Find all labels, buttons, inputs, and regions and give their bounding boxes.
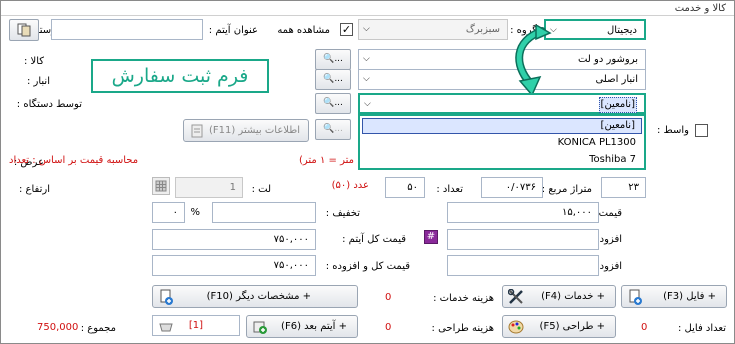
next-item-icon (253, 321, 267, 334)
device-label: توسط دستگاه : (16, 99, 82, 110)
unit-extra-input[interactable] (447, 229, 599, 250)
total-extra-input[interactable] (447, 255, 599, 276)
lat-input[interactable]: 1 (175, 177, 243, 198)
file-icon (629, 289, 642, 305)
price-basis-text: محاسبه قیمت بر اساس : تعداد (9, 155, 139, 166)
tools-icon (508, 289, 523, 304)
other-specs-button[interactable]: + مشخصات دیگر (F10) (152, 285, 358, 308)
group-dropdown[interactable]: سبزبرگ ⌵ (358, 19, 508, 40)
services-cost-value: 0 (385, 292, 392, 303)
search-icon: 🔍 (323, 74, 335, 84)
search-icon: 🔍 (323, 124, 335, 134)
design-cost-value: 0 (385, 322, 392, 333)
order-form-banner: فرم ثبت سفارش (91, 59, 269, 93)
anbar-value: انبار اصلی (595, 74, 638, 85)
next-item-button[interactable]: + آیتم بعد (F6) (246, 315, 358, 338)
tedad-label: تعداد : (436, 184, 463, 195)
metraj-label: متراژ مربع : (541, 184, 592, 195)
device-option[interactable]: Toshiba 7 (362, 152, 642, 168)
kala-value: بروشور دو لت (577, 54, 638, 65)
services-button[interactable]: + خدمات (F4) (502, 285, 616, 308)
calculator-icon (155, 180, 167, 192)
item-title-input[interactable] (51, 19, 203, 40)
design-cost-label: هزینه طراحی : (431, 323, 494, 334)
title-divider (1, 15, 734, 16)
basket-icon (159, 323, 173, 332)
anbar-search-button[interactable]: 🔍... (315, 69, 351, 90)
device-option[interactable]: [نامعین] (362, 118, 642, 134)
lat-label: لت : (251, 184, 271, 195)
ertefa-label: ارتفاع : (18, 184, 50, 195)
device-option[interactable]: KONICA PL1300 (362, 135, 642, 151)
percent-input[interactable]: ۰ (152, 202, 185, 223)
total-item-label: قیمت کل آیتم : (342, 234, 406, 245)
vaset-label: واسط : (656, 125, 689, 136)
file-count-label: تعداد فایل : (678, 323, 726, 334)
item-index: [1] (152, 315, 240, 336)
rasteh-value: دیجیتال (606, 25, 637, 36)
unit-price-input[interactable]: ۱۵,۰۰۰ (447, 202, 599, 223)
more-info-button[interactable]: اطلاعات بیشتر (F11) (183, 119, 309, 142)
anbar-dropdown[interactable]: انبار اصلی ⌵ (358, 69, 646, 90)
discount-input[interactable] (212, 202, 316, 223)
discount-label: تخفیف : (325, 208, 360, 219)
total-all-input[interactable]: ۷۵۰,۰۰۰ (152, 255, 316, 276)
tedad-input[interactable]: ۵۰ (385, 177, 425, 198)
adad-text: عدد (۵۰) (331, 180, 369, 191)
kala-search-button[interactable]: 🔍... (315, 49, 351, 70)
total-item-input[interactable]: ۷۵۰,۰۰۰ (152, 229, 316, 250)
group-value: سبزبرگ (465, 24, 500, 35)
item-title-label: عنوان آیتم : (208, 25, 258, 36)
total-all-label: قیمت کل و افزوده : (325, 261, 410, 272)
palette-icon (508, 320, 524, 334)
file-add-icon (160, 289, 173, 305)
search-icon: 🔍 (323, 54, 335, 64)
search-icon: 🔍 (323, 98, 335, 108)
rasteh-dropdown[interactable]: دیجیتال ⌵ (544, 19, 646, 40)
chevron-down-icon: ⌵ (363, 54, 370, 64)
vaset-checkbox[interactable] (695, 124, 708, 137)
sum-value: 750,000 (37, 322, 79, 333)
window-title: کالا و خدمت (674, 3, 726, 14)
vaset-search-button[interactable]: 🔍... (315, 119, 351, 140)
chevron-down-icon: ⌵ (364, 99, 371, 109)
device-value: [نامعین] (598, 97, 637, 113)
show-all-checkbox[interactable]: ✓ (340, 23, 353, 36)
ertefa-input[interactable]: ۲۳ (601, 177, 646, 198)
show-all-label: مشاهده همه (277, 25, 330, 36)
kala-label: کالا : (23, 56, 44, 67)
kala-dropdown[interactable]: بروشور دو لت ⌵ (358, 49, 646, 70)
anbar-label: انبار : (26, 76, 50, 87)
copy-button[interactable] (9, 19, 39, 41)
device-dropdown[interactable]: [نامعین] ⌵ (358, 93, 646, 114)
metraj-input[interactable]: ۰/۰۷۳۶ (481, 177, 543, 198)
file-count-value: 0 (641, 322, 648, 333)
chevron-down-icon: ⌵ (363, 24, 370, 34)
copy-icon (17, 23, 31, 37)
calculator-button[interactable] (152, 177, 170, 195)
device-options-list: [نامعین] KONICA PL1300 Toshiba 7 (358, 114, 646, 170)
chevron-down-icon: ⌵ (363, 74, 370, 84)
area-hint: متر = ۱ متر) (299, 155, 354, 166)
services-cost-label: هزینه خدمات : (433, 293, 494, 304)
document-icon (191, 124, 203, 138)
sum-label: مجموع : (80, 323, 116, 334)
grid-icon[interactable]: # (424, 230, 438, 244)
file-button[interactable]: + فایل (F3) (621, 285, 727, 308)
device-search-button[interactable]: 🔍... (315, 93, 351, 114)
order-form-window: کالا و خدمت رسته : دیجیتال ⌵ گروه : سبزب… (0, 0, 735, 344)
curved-arrow-icon (515, 25, 552, 95)
percent-sign: % (190, 207, 200, 218)
design-button[interactable]: + طراحی (F5) (502, 315, 616, 338)
